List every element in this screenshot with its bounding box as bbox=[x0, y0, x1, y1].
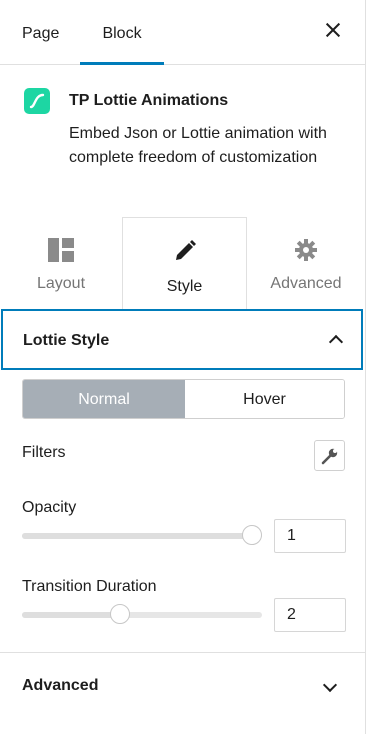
wrench-icon bbox=[321, 448, 338, 465]
opacity-slider-thumb[interactable] bbox=[242, 525, 262, 545]
tab-layout-label: Layout bbox=[36, 275, 86, 292]
gear-icon bbox=[295, 239, 317, 261]
block-inspector-panel: Page Block TP Lottie Animations Embed Js… bbox=[0, 0, 366, 734]
transition-slider-fill bbox=[22, 612, 120, 618]
tab-advanced-label: Advanced bbox=[270, 275, 342, 292]
close-icon[interactable] bbox=[325, 22, 341, 38]
tab-block-label: Block bbox=[102, 25, 142, 42]
filters-label: Filters bbox=[22, 444, 66, 461]
tab-page[interactable]: Page bbox=[22, 0, 59, 64]
section-title: Lottie Style bbox=[23, 332, 110, 349]
sidebar-tabs: Page Block bbox=[0, 0, 365, 65]
state-toggle: Normal Hover bbox=[22, 379, 345, 419]
hover-state-button[interactable]: Hover bbox=[185, 380, 344, 418]
tab-block[interactable]: Block bbox=[80, 0, 164, 65]
pencil-icon bbox=[175, 240, 196, 260]
block-title: TP Lottie Animations bbox=[69, 92, 229, 109]
tab-style-label: Style bbox=[166, 278, 203, 295]
chevron-up-icon bbox=[328, 334, 344, 350]
opacity-label: Opacity bbox=[22, 499, 77, 516]
opacity-input[interactable]: 1 bbox=[274, 519, 346, 553]
tab-advanced[interactable]: Advanced bbox=[246, 217, 366, 309]
block-description: Embed Json or Lottie animation with comp… bbox=[69, 125, 327, 166]
opacity-slider-fill bbox=[22, 533, 252, 539]
transition-duration-slider[interactable] bbox=[22, 604, 262, 624]
chevron-down-icon[interactable] bbox=[322, 677, 338, 693]
tab-style[interactable]: Style bbox=[122, 217, 247, 310]
filters-settings-button[interactable] bbox=[314, 440, 345, 471]
advanced-section-header[interactable]: Advanced bbox=[22, 677, 98, 695]
normal-state-button[interactable]: Normal bbox=[23, 380, 185, 418]
transition-slider-thumb[interactable] bbox=[110, 604, 130, 624]
transition-duration-label: Transition Duration bbox=[22, 578, 157, 595]
divider bbox=[0, 652, 365, 653]
layout-icon bbox=[48, 238, 74, 262]
lottie-block-icon bbox=[24, 88, 50, 114]
transition-duration-input[interactable]: 2 bbox=[274, 598, 346, 632]
opacity-slider[interactable] bbox=[22, 525, 262, 545]
lottie-style-section-header[interactable]: Lottie Style bbox=[1, 309, 363, 370]
tab-layout[interactable]: Layout bbox=[0, 217, 122, 309]
